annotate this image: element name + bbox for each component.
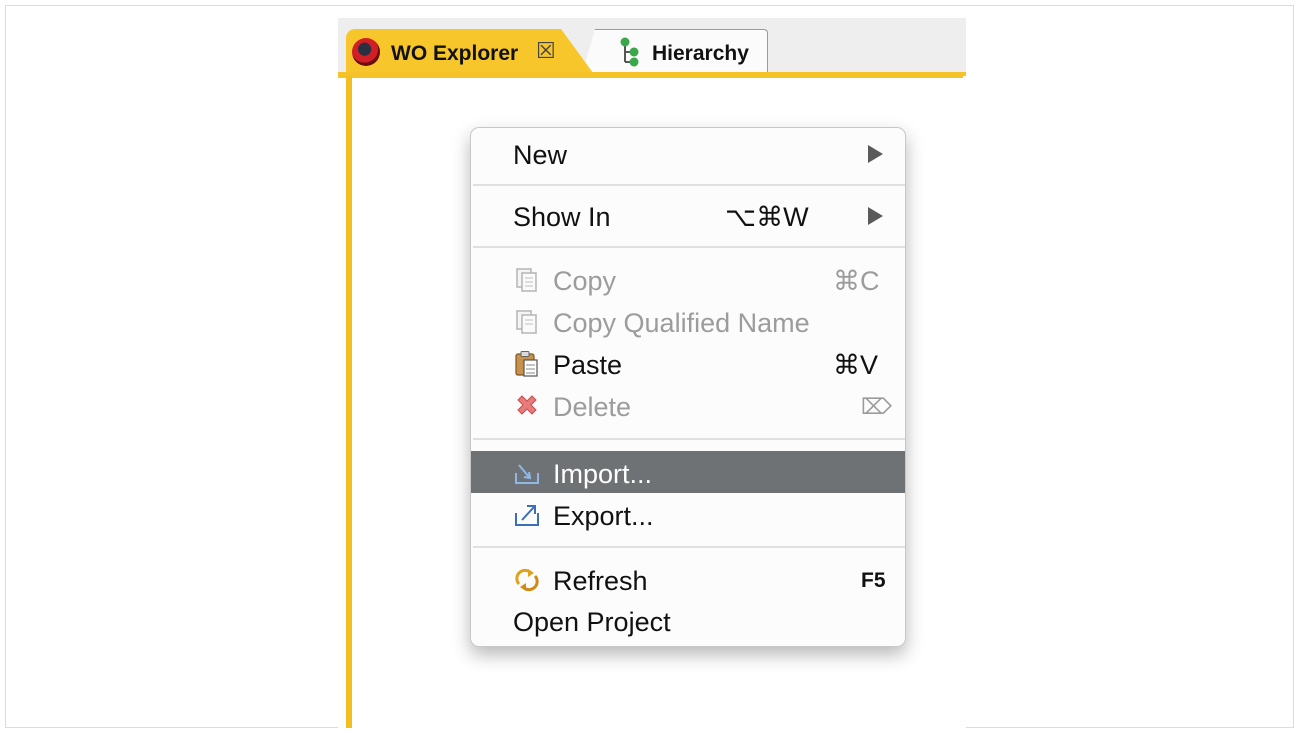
refresh-icon (515, 568, 539, 592)
menu-separator (473, 438, 905, 440)
menu-item-refresh-label: Refresh (553, 566, 648, 596)
active-tab-underline (338, 72, 966, 78)
menu-item-delete-shortcut: ⌦ (861, 395, 893, 420)
menu-item-paste-shortcut: ⌘V (833, 350, 879, 380)
copy-qualified-name-icon (516, 310, 537, 334)
menu-item-export-label: Export... (553, 501, 654, 531)
menu-item-refresh[interactable]: Refresh F5 (471, 558, 905, 600)
submenu-arrow-icon (868, 145, 883, 163)
export-icon (515, 505, 539, 526)
menu-item-copy[interactable]: Copy ⌘C (471, 258, 905, 300)
hierarchy-icon (620, 37, 639, 67)
menu-item-open-project[interactable]: Open Project (471, 599, 905, 641)
menu-separator (473, 246, 905, 248)
menu-item-export[interactable]: Export... (471, 493, 905, 535)
menu-item-show-in[interactable]: Show In ⌥⌘W (471, 194, 905, 236)
menu-item-copy-shortcut: ⌘C (833, 266, 880, 296)
menu-item-open-project-label: Open Project (513, 607, 671, 637)
menu-item-copy-qualified-name-label: Copy Qualified Name (553, 308, 810, 338)
view-left-border (346, 76, 352, 728)
tab-hierarchy-label[interactable]: Hierarchy (652, 42, 749, 66)
view-right-edge (963, 76, 966, 728)
menu-item-refresh-shortcut: F5 (861, 569, 886, 592)
menu-item-new-label: New (513, 140, 568, 170)
menu-item-copy-label: Copy (553, 266, 617, 296)
menu-item-paste[interactable]: Paste ⌘V (471, 342, 905, 384)
menu-item-show-in-label: Show In (513, 202, 611, 232)
menu-item-show-in-shortcut: ⌥⌘W (725, 202, 809, 232)
import-icon (515, 464, 539, 484)
close-icon[interactable]: ☒ (536, 39, 556, 64)
menu-item-import-label: Import... (553, 459, 653, 489)
menu-separator (473, 546, 905, 548)
menu-item-import[interactable]: Import... (471, 451, 905, 493)
context-menu: New Show In ⌥⌘W Copy ⌘C Copy Qualified N… (470, 127, 906, 647)
menu-item-paste-label: Paste (553, 350, 623, 380)
menu-separator (473, 184, 905, 186)
delete-icon (517, 395, 537, 415)
copy-icon (516, 268, 537, 292)
paste-icon (515, 351, 538, 377)
menu-item-new[interactable]: New (471, 132, 905, 174)
menu-item-delete-label: Delete (553, 392, 632, 422)
menu-item-copy-qualified-name[interactable]: Copy Qualified Name (471, 300, 905, 342)
wo-explorer-icon (352, 38, 380, 66)
submenu-arrow-icon (868, 207, 883, 225)
tab-wo-explorer-label[interactable]: WO Explorer (391, 42, 518, 66)
menu-item-delete[interactable]: Delete ⌦ (471, 384, 905, 426)
